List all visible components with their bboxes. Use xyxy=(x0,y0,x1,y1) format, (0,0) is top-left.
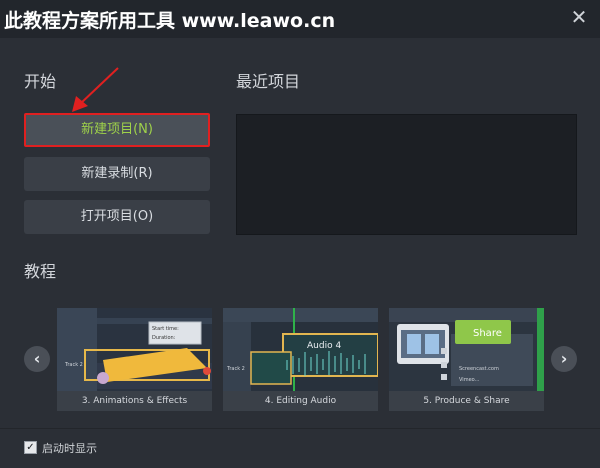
open-project-button[interactable]: 打开项目(O) xyxy=(24,200,210,234)
title-bar: 此教程方案所用工具 www.leawo.cn ✕ xyxy=(0,0,600,38)
new-recording-button[interactable]: 新建录制(R) xyxy=(24,157,210,191)
overlay-duration: Duration: xyxy=(152,335,176,341)
chevron-left-icon[interactable]: ‹ xyxy=(24,346,50,372)
close-icon[interactable]: ✕ xyxy=(568,6,590,28)
start-heading: 开始 xyxy=(24,72,57,91)
overlay-track: Track 2 xyxy=(226,366,245,372)
tutorial-caption: 5. Produce & Share xyxy=(389,391,544,411)
tutorial-thumbnail: Share Screencast.com Vimeo... xyxy=(389,308,544,391)
tutorial-caption: 4. Editing Audio xyxy=(223,391,378,411)
tutorial-card-animations[interactable]: Start time: Duration: Track 2 3. Animati… xyxy=(57,308,212,411)
window-title: 此教程方案所用工具 www.leawo.cn xyxy=(4,10,336,32)
recent-heading: 最近项目 xyxy=(236,72,301,91)
overlay-vimeo: Vimeo... xyxy=(459,377,480,383)
overlay-audio-label: Audio 4 xyxy=(307,341,341,351)
red-arrow-annotation xyxy=(72,67,119,112)
overlay-share: Share xyxy=(473,328,502,339)
start-dialog: 此教程方案所用工具 www.leawo.cn ✕ 开始 最近项目 新建项目(N)… xyxy=(0,0,600,468)
overlay-screencast: Screencast.com xyxy=(459,366,499,372)
overlay-start-time: Start time: xyxy=(152,326,179,332)
show-on-startup-label: 启动时显示 xyxy=(42,442,97,455)
new-project-button[interactable]: 新建项目(N) xyxy=(24,113,210,147)
chevron-right-icon[interactable]: › xyxy=(551,346,577,372)
tutorial-card-produce-share[interactable]: Share Screencast.com Vimeo... 5. Produce… xyxy=(389,308,544,411)
recent-projects-list xyxy=(236,114,577,235)
show-on-startup-checkbox[interactable]: ✓ xyxy=(24,441,37,454)
tutorials-heading: 教程 xyxy=(24,262,57,281)
tutorial-caption: 3. Animations & Effects xyxy=(57,391,212,411)
tutorial-thumbnail: Audio 4 Track 2 xyxy=(223,308,378,391)
overlay-track: Track 2 xyxy=(64,362,83,368)
tutorial-thumbnail: Start time: Duration: Track 2 xyxy=(57,308,212,391)
tutorial-card-editing-audio[interactable]: Audio 4 Track 2 4. Editing Audio xyxy=(223,308,378,411)
